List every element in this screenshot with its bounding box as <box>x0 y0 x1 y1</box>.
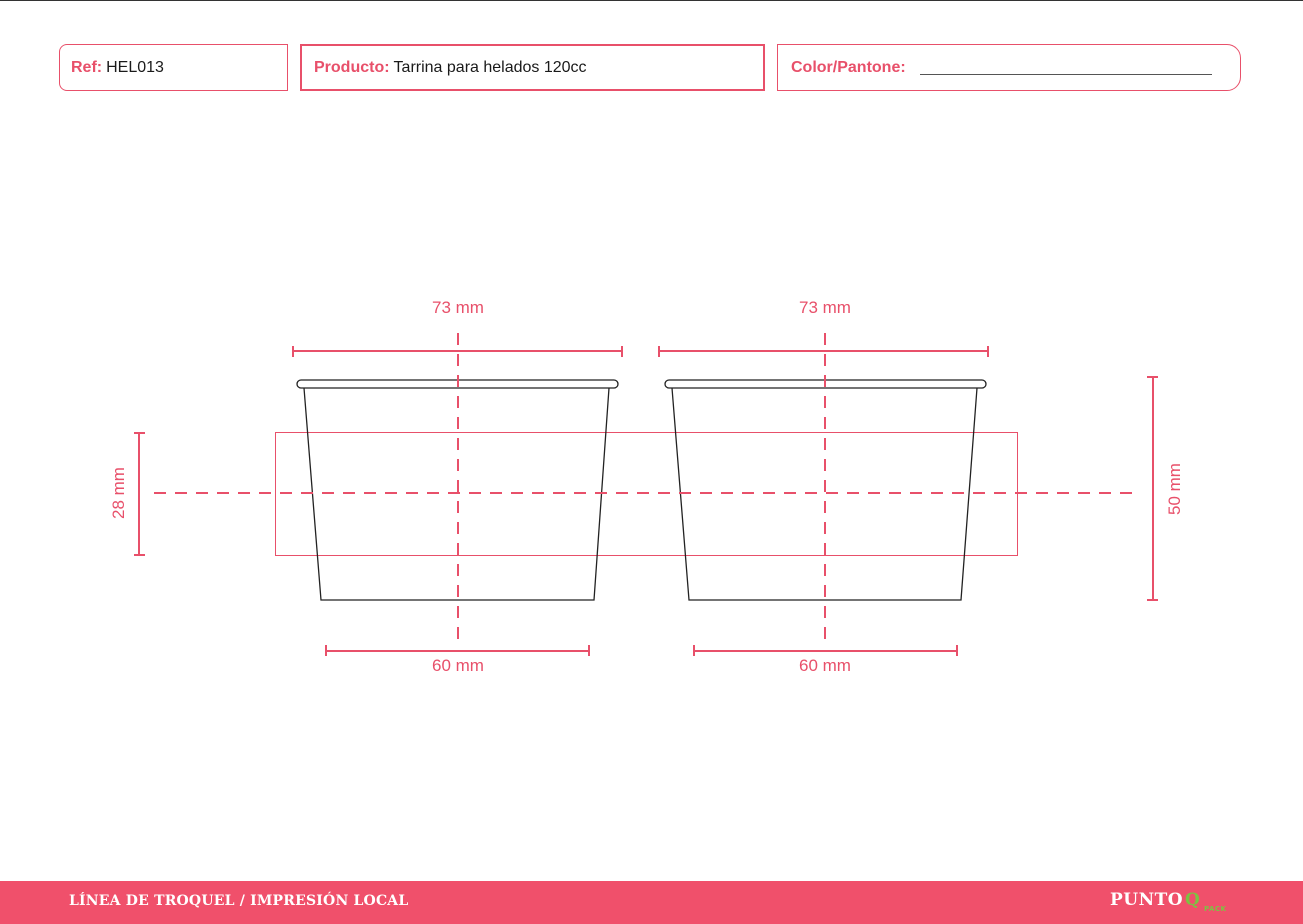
top-width-label-right: 73 mm <box>799 298 851 317</box>
bottom-width-label-left: 60 mm <box>432 656 484 675</box>
bottom-width-label-right: 60 mm <box>799 656 851 675</box>
logo-main-text: PUNTO <box>1110 890 1184 910</box>
bottom-width-dim-left <box>325 645 590 656</box>
logo-sub-text: PACK <box>1204 905 1227 913</box>
top-width-label-left: 73 mm <box>432 298 484 317</box>
bottom-width-dim-right <box>693 645 958 656</box>
top-width-dim-right <box>658 346 989 357</box>
puntoq-pack-logo: PUNTO Q PACK <box>1110 890 1250 916</box>
print-height-dim <box>134 432 145 556</box>
total-height-label: 50 mm <box>1165 463 1184 515</box>
print-height-label: 28 mm <box>109 467 128 519</box>
footer-title: LÍNEA DE TROQUEL / IMPRESIÓN LOCAL <box>69 893 409 909</box>
logo-q-text: Q <box>1185 890 1200 910</box>
die-line-drawing: 73 mm 73 mm 60 mm 60 mm 28 mm 50 mm <box>109 298 1184 675</box>
footer-bar: LÍNEA DE TROQUEL / IMPRESIÓN LOCAL PUNTO… <box>0 881 1303 924</box>
total-height-dim <box>1147 376 1158 601</box>
